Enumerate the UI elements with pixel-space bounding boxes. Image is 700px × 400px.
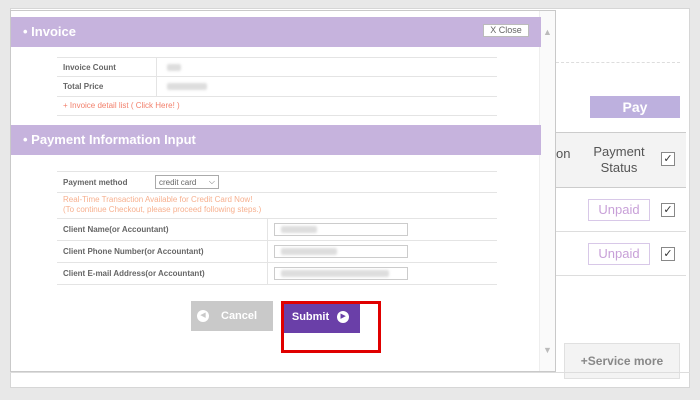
column-header-partial: on [556, 146, 571, 161]
close-button[interactable]: X Close [483, 24, 529, 37]
row-checkbox[interactable]: ✓ [661, 247, 675, 261]
status-badge[interactable]: Unpaid [588, 243, 650, 265]
invoice-modal: ▲ ▼ • Invoice X Close Invoice Count Tota… [10, 10, 556, 372]
checkmark-icon: ✓ [663, 248, 673, 260]
select-all-checkbox[interactable]: ✓ [661, 152, 675, 166]
scrollbar[interactable]: ▲ ▼ [539, 11, 555, 371]
service-more-button[interactable]: +Service more [564, 343, 680, 379]
payment-notice: Real-Time Transaction Available for Cred… [57, 193, 497, 219]
highlight-box [281, 301, 381, 353]
payment-method-select[interactable]: credit card ⌵ [155, 175, 219, 189]
payment-title: • Payment Information Input [23, 132, 196, 147]
cancel-button[interactable]: ◀ Cancel [191, 301, 273, 331]
divider [57, 115, 497, 116]
payment-method-value: credit card [159, 177, 197, 187]
client-phone-row: Client Phone Number(or Accountant) [57, 241, 497, 263]
total-price-row: Total Price [57, 77, 497, 97]
payment-form: Payment method credit card ⌵ Real-Time T… [57, 171, 497, 285]
row-checkbox[interactable]: ✓ [661, 203, 675, 217]
payment-method-label: Payment method [63, 177, 128, 187]
client-phone-input[interactable] [274, 245, 408, 258]
divider [556, 62, 680, 63]
client-phone-value [281, 248, 337, 255]
client-name-row: Client Name(or Accountant) [57, 219, 497, 241]
client-email-label: Client E-mail Address(or Accountant) [63, 269, 205, 278]
notice-line: (To continue Checkout, please proceed fo… [63, 205, 262, 214]
client-name-input[interactable] [274, 223, 408, 236]
pay-button[interactable]: Pay [590, 96, 680, 118]
notice-line: Real-Time Transaction Available for Cred… [63, 195, 253, 204]
invoice-count-label: Invoice Count [57, 58, 157, 76]
invoice-count-row: Invoice Count [57, 57, 497, 77]
client-email-value [281, 270, 389, 277]
checkmark-icon: ✓ [663, 204, 673, 216]
checkmark-icon: ✓ [663, 153, 673, 165]
divider [10, 372, 690, 373]
scroll-up-icon[interactable]: ▲ [540, 25, 555, 39]
invoice-count-value [167, 63, 181, 71]
client-email-input[interactable] [274, 267, 408, 280]
cancel-label: Cancel [221, 310, 258, 322]
arrow-left-icon: ◀ [197, 310, 209, 322]
client-email-row: Client E-mail Address(or Accountant) [57, 263, 497, 285]
payment-section-header: • Payment Information Input [11, 125, 541, 155]
client-name-label: Client Name(or Accountant) [63, 225, 169, 234]
client-phone-label: Client Phone Number(or Accountant) [63, 247, 204, 256]
payment-method-row: Payment method credit card ⌵ [57, 171, 497, 193]
chevron-down-icon: ⌵ [208, 177, 215, 186]
total-price-label: Total Price [57, 77, 157, 96]
invoice-section-header: • Invoice [11, 17, 541, 47]
invoice-title: • Invoice [23, 24, 76, 39]
scroll-down-icon[interactable]: ▼ [540, 343, 555, 357]
invoice-detail-link[interactable]: + Invoice detail list ( Click Here! ) [57, 97, 497, 115]
total-price-value [167, 83, 207, 90]
status-badge[interactable]: Unpaid [588, 199, 650, 221]
payment-status-header: Payment Status [593, 144, 645, 175]
invoice-info-table: Invoice Count Total Price + Invoice deta… [57, 57, 497, 116]
client-name-value [281, 226, 317, 233]
